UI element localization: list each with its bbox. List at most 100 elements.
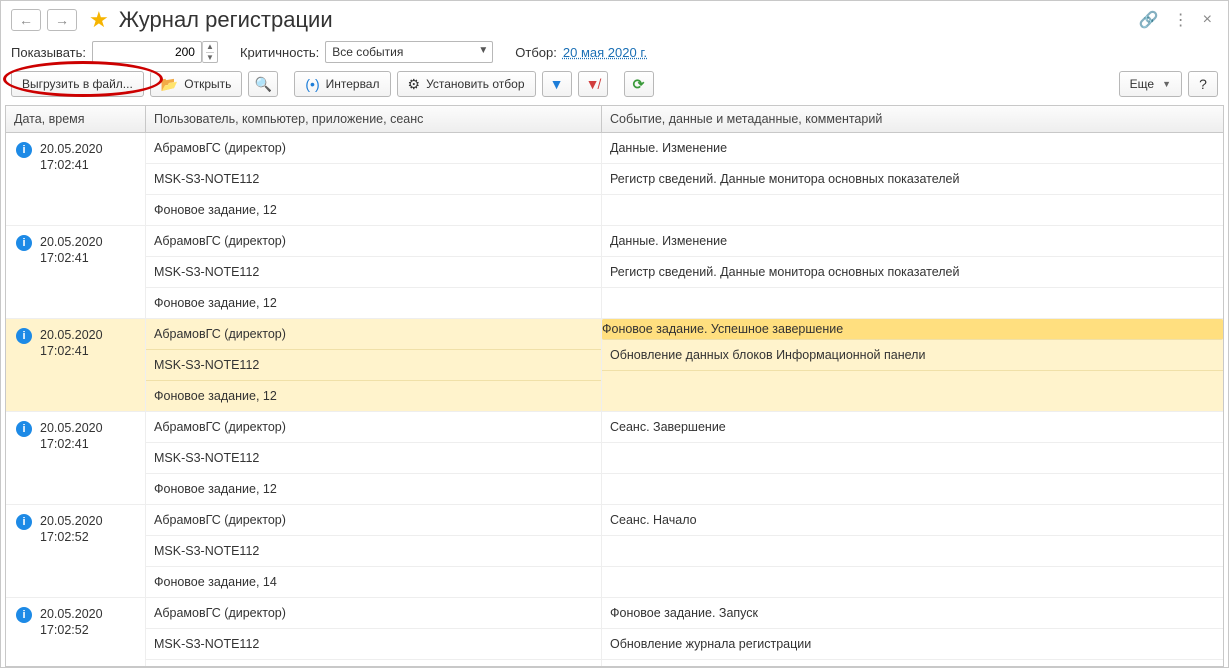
info-icon: i [16, 607, 32, 623]
clear-filter-button[interactable]: ▼̸ [578, 71, 608, 97]
row-event: Фоновое задание. Успешное завершение [602, 319, 1223, 340]
info-icon: i [16, 235, 32, 251]
row-comment [602, 660, 1223, 666]
info-icon: i [16, 514, 32, 530]
table-row[interactable]: i 20.05.202017:02:41 АбрамовГС (директор)M… [6, 226, 1223, 319]
row-time: 17:02:52 [40, 622, 103, 638]
favorite-star-icon[interactable]: ★ [89, 9, 109, 31]
row-user: АбрамовГС (директор) [146, 505, 601, 536]
row-comment [602, 474, 1223, 504]
selection-date-link[interactable]: 20 мая 2020 г. [563, 45, 647, 60]
row-session: Фоновое задание, 14 [146, 567, 601, 597]
link-icon[interactable]: 🔗 [1139, 10, 1159, 30]
row-session: Фоновое задание, 12 [146, 288, 601, 318]
row-event: Сеанс. Завершение [602, 412, 1223, 443]
more-button[interactable]: Еще ▼ [1119, 71, 1182, 97]
row-session: Фоновое задание, 12 [146, 381, 601, 411]
table-row[interactable]: i20.05.202017:02:41АбрамовГС (директор)M… [6, 133, 1223, 226]
column-header-datetime[interactable]: Дата, время [6, 106, 146, 132]
severity-select[interactable]: Все события ▼ [325, 41, 493, 63]
row-event: Фоновое задание. Запуск [602, 598, 1223, 629]
magnifier-icon: 🔍 [255, 77, 272, 91]
row-event: Данные. Изменение [602, 226, 1223, 257]
table-row[interactable]: i 20.05.202017:02:52 АбрамовГС (директор)M… [6, 598, 1223, 666]
row-time: 17:02:41 [40, 157, 103, 173]
show-count-input[interactable] [92, 41, 202, 63]
grid-header: Дата, время Пользователь, компьютер, при… [6, 106, 1223, 133]
row-date: 20.05.2020 [40, 327, 103, 343]
row-event: Данные. Изменение [602, 133, 1223, 164]
row-comment [602, 567, 1223, 597]
info-icon: i [16, 421, 32, 437]
row-time: 17:02:41 [40, 343, 103, 359]
stepper-down-icon[interactable]: ▼ [206, 53, 214, 63]
row-user: АбрамовГС (директор) [146, 133, 601, 164]
filter-funnel-button[interactable]: ▼ [542, 71, 572, 97]
row-host: MSK-S3-NOTE112 [146, 629, 601, 660]
row-session: Фоновое задание, 12 [146, 474, 601, 504]
selection-label: Отбор: [515, 45, 557, 60]
interval-icon: (•) [305, 77, 319, 91]
magnifier-button[interactable]: 🔍 [248, 71, 278, 97]
row-meta: Регистр сведений. Данные монитора основн… [602, 257, 1223, 288]
row-meta [602, 443, 1223, 474]
show-count-stepper[interactable]: ▲ ▼ [202, 41, 218, 63]
row-date: 20.05.2020 [40, 234, 103, 250]
row-host: MSK-S3-NOTE112 [146, 350, 601, 381]
row-date: 20.05.2020 [40, 606, 103, 622]
row-user: АбрамовГС (директор) [146, 319, 601, 350]
severity-label: Критичность: [240, 45, 319, 60]
set-filter-button[interactable]: ⚙ Установить отбор [397, 71, 536, 97]
event-log-grid: Дата, время Пользователь, компьютер, при… [5, 105, 1224, 667]
row-date: 20.05.2020 [40, 513, 103, 529]
funnel-clear-icon: ▼̸ [586, 77, 600, 91]
help-button[interactable]: ? [1188, 71, 1218, 97]
row-comment [602, 371, 1223, 401]
row-host: MSK-S3-NOTE112 [146, 536, 601, 567]
table-row[interactable]: i 20.05.202017:02:41 АбрамовГС (директор)M… [6, 412, 1223, 505]
row-user: АбрамовГС (директор) [146, 412, 601, 443]
row-time: 17:02:41 [40, 250, 103, 266]
row-user: АбрамовГС (директор) [146, 226, 601, 257]
table-row[interactable]: i 20.05.202017:02:52 АбрамовГС (директор)M… [6, 505, 1223, 598]
row-meta [602, 536, 1223, 567]
row-event: Сеанс. Начало [602, 505, 1223, 536]
page-title: Журнал регистрации [119, 7, 333, 33]
column-header-event[interactable]: Событие, данные и метаданные, комментари… [602, 106, 1223, 132]
info-icon: i [16, 142, 32, 158]
row-meta: Обновление данных блоков Информационной … [602, 340, 1223, 371]
row-session: Фоновое задание, 14 [146, 660, 601, 666]
row-comment [602, 288, 1223, 318]
row-time: 17:02:41 [40, 436, 103, 452]
row-meta: Обновление журнала регистрации [602, 629, 1223, 660]
row-meta: Регистр сведений. Данные монитора основн… [602, 164, 1223, 195]
kebab-menu-icon[interactable]: ⋮ [1173, 10, 1189, 30]
table-row[interactable]: i 20.05.202017:02:41 АбрамовГС (директор)M… [6, 319, 1223, 412]
export-to-file-button[interactable]: Выгрузить в файл... [11, 71, 144, 97]
severity-value: Все события [332, 45, 403, 59]
interval-button[interactable]: (•) Интервал [294, 71, 390, 97]
nav-back-button[interactable]: ← [11, 9, 41, 31]
refresh-button[interactable]: ⟳ [624, 71, 654, 97]
stepper-up-icon[interactable]: ▲ [206, 42, 214, 53]
nav-forward-button[interactable]: → [47, 9, 77, 31]
help-icon: ? [1199, 77, 1207, 91]
column-header-user[interactable]: Пользователь, компьютер, приложение, сеа… [146, 106, 602, 132]
row-time: 17:02:52 [40, 529, 103, 545]
refresh-icon: ⟳ [633, 77, 645, 91]
open-button[interactable]: 📂 Открыть [150, 71, 243, 97]
chevron-down-icon: ▼ [478, 45, 488, 56]
grid-body[interactable]: i20.05.202017:02:41АбрамовГС (директор)M… [6, 133, 1223, 666]
row-host: MSK-S3-NOTE112 [146, 443, 601, 474]
row-host: MSK-S3-NOTE112 [146, 257, 601, 288]
row-user: АбрамовГС (директор) [146, 598, 601, 629]
info-icon: i [16, 328, 32, 344]
folder-open-icon: 📂 [161, 77, 178, 91]
show-label: Показывать: [11, 45, 86, 60]
row-comment [602, 195, 1223, 225]
funnel-icon: ▼ [550, 77, 564, 91]
row-date: 20.05.2020 [40, 420, 103, 436]
close-icon[interactable]: × [1203, 11, 1212, 29]
chevron-down-icon: ▼ [1162, 79, 1171, 89]
row-host: MSK-S3-NOTE112 [146, 164, 601, 195]
